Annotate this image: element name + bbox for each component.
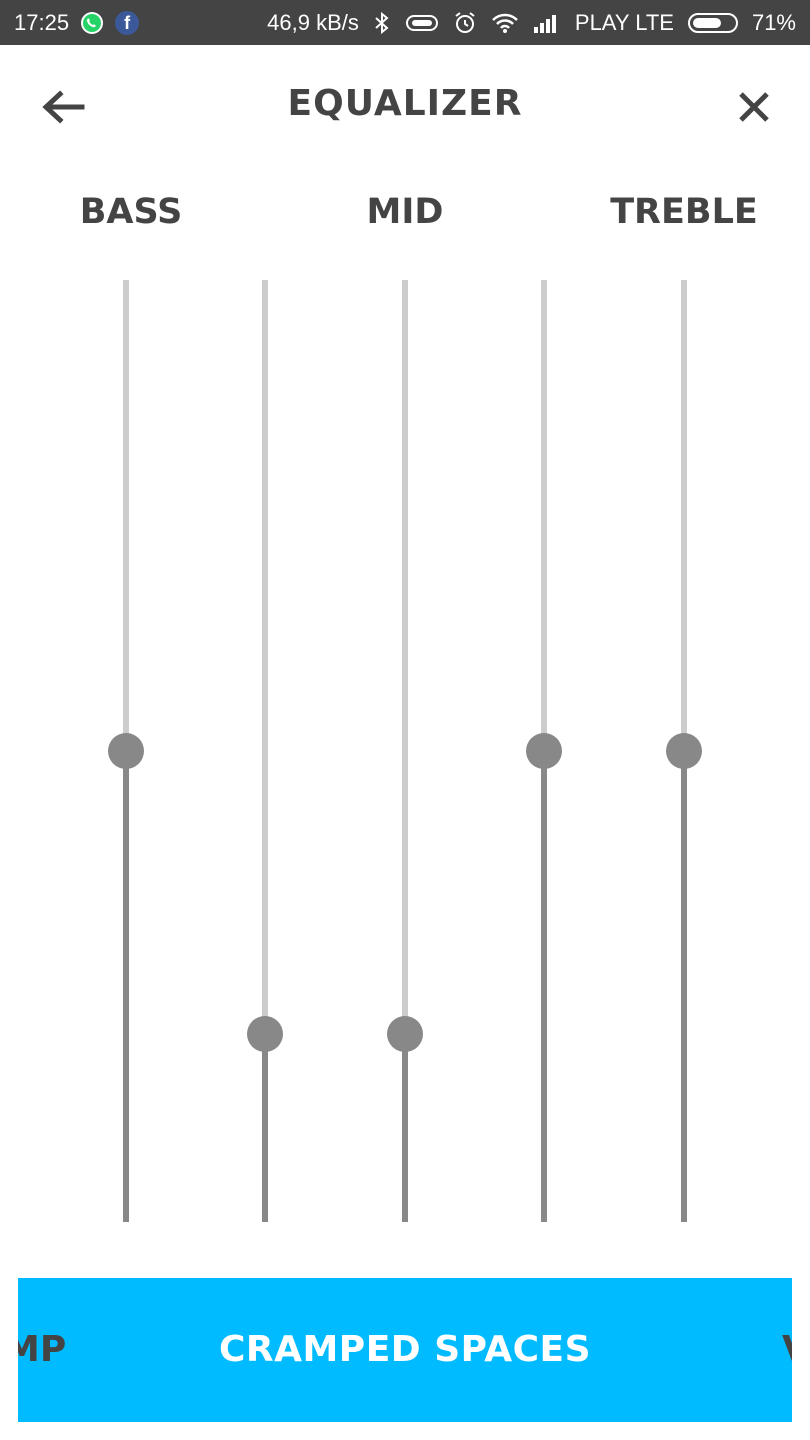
band-label-mid: MID: [366, 192, 444, 232]
bluetooth-icon: [373, 11, 391, 35]
facebook-icon: f: [115, 10, 140, 35]
battery-icon: [687, 12, 738, 33]
band-label-treble: TREBLE: [610, 192, 758, 232]
slider-thumb[interactable]: [387, 1015, 423, 1052]
vr-headset-icon: [405, 13, 439, 33]
network-speed: 46,9 kB/s: [267, 9, 359, 35]
whatsapp-icon: [81, 11, 104, 34]
status-bar: 17:25 f 46,9 kB/s PLAY LTE 71%: [0, 0, 810, 45]
slider-thumb[interactable]: [666, 733, 702, 769]
app-header: EQUALIZER: [0, 45, 810, 170]
carrier-label: PLAY LTE: [574, 9, 674, 35]
signal-icon: [533, 13, 561, 33]
close-icon[interactable]: [734, 87, 774, 127]
eq-slider-5[interactable]: [664, 280, 704, 1222]
slider-fill: [541, 751, 547, 1222]
battery-percent: 71%: [751, 9, 796, 35]
band-label-bass: BASS: [79, 192, 183, 232]
slider-thumb[interactable]: [247, 1015, 283, 1052]
slider-thumb[interactable]: [526, 733, 562, 769]
preset-next[interactable]: V: [782, 1278, 792, 1422]
alarm-icon: [453, 11, 477, 35]
slider-fill: [123, 751, 129, 1222]
slider-thumb[interactable]: [108, 733, 144, 769]
eq-slider-2[interactable]: [245, 280, 285, 1222]
preset-current[interactable]: CRAMPED SPACES: [18, 1278, 792, 1422]
preset-carousel[interactable]: MP CRAMPED SPACES V: [18, 1278, 792, 1422]
slider-fill: [681, 751, 687, 1222]
eq-slider-1[interactable]: [106, 280, 146, 1222]
wifi-icon: [491, 12, 519, 34]
slider-fill: [262, 1033, 268, 1222]
eq-slider-3[interactable]: [385, 280, 425, 1222]
status-time: 17:25: [14, 9, 70, 35]
slider-fill: [402, 1033, 408, 1222]
eq-slider-4[interactable]: [524, 280, 564, 1222]
page-title: EQUALIZER: [287, 83, 523, 124]
